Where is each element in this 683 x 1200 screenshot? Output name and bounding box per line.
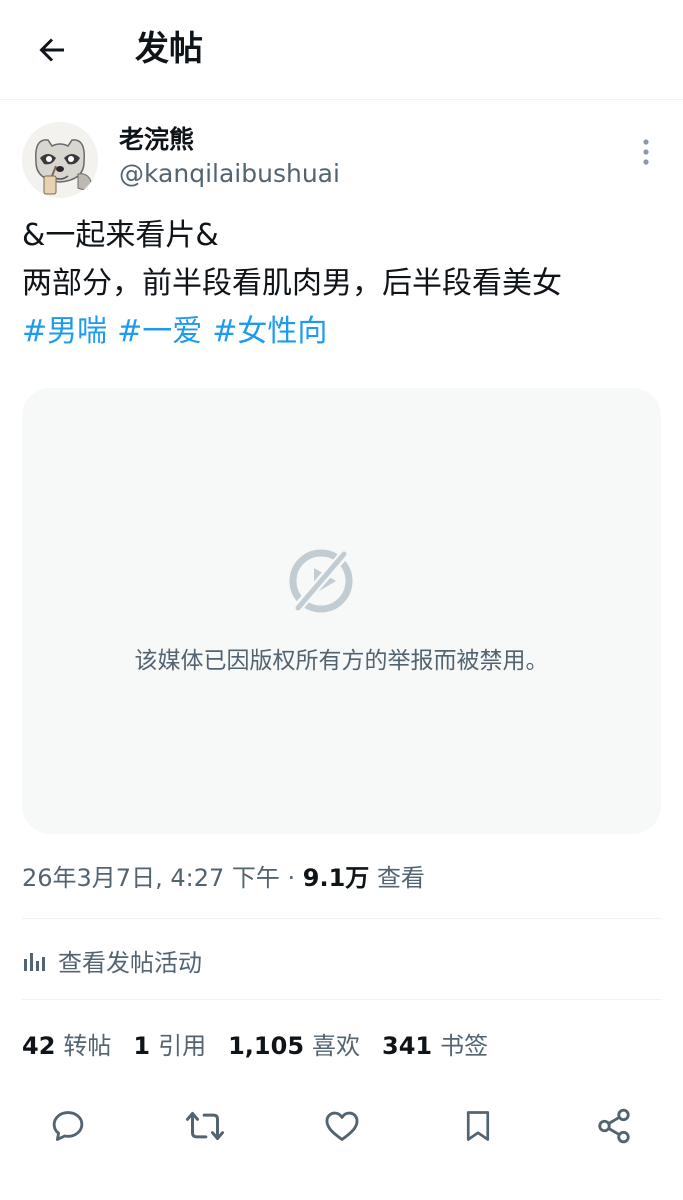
more-options-button[interactable] bbox=[630, 132, 662, 172]
divider bbox=[22, 918, 661, 919]
hashtag-link[interactable]: #女性向 bbox=[212, 314, 327, 349]
stat-label: 喜欢 bbox=[312, 1031, 361, 1060]
view-post-activity[interactable]: 查看发帖活动 bbox=[22, 940, 202, 980]
stat-label: 引用 bbox=[158, 1031, 207, 1060]
arrow-left-icon bbox=[39, 38, 64, 62]
raccoon-avatar bbox=[22, 122, 98, 198]
views-count: 9.1万 bbox=[302, 864, 370, 892]
back-button[interactable] bbox=[30, 28, 74, 72]
bookmark-icon bbox=[466, 1111, 490, 1141]
share-button[interactable] bbox=[592, 1104, 636, 1148]
engagement-stats: 42 转帖 1 引用 1,105 喜欢 341 书签 bbox=[22, 1023, 510, 1063]
hashtag-link[interactable]: #一爱 bbox=[117, 314, 202, 349]
timestamp[interactable]: 26年3月7日, 4:27 下午 bbox=[22, 864, 280, 892]
tweet-text: &一起来看片& 两部分，前半段看肌肉男，后半段看美女 #男喘 #一爱 #女性向 bbox=[22, 212, 662, 356]
stat-count: 341 bbox=[382, 1031, 433, 1060]
stat-count: 1,105 bbox=[228, 1031, 305, 1060]
like-icon bbox=[325, 1111, 359, 1141]
divider bbox=[22, 999, 661, 1000]
stat-likes[interactable]: 1,105 喜欢 bbox=[228, 1026, 360, 1061]
stat-reposts[interactable]: 42 转帖 bbox=[22, 1026, 111, 1061]
stat-label: 转帖 bbox=[63, 1031, 112, 1060]
repost-icon bbox=[186, 1112, 224, 1140]
media-unavailable-icon bbox=[289, 546, 353, 616]
hashtag-link[interactable]: #男喘 bbox=[22, 314, 107, 349]
top-bar: 发帖 bbox=[0, 0, 683, 100]
views-label: 查看 bbox=[376, 864, 425, 892]
author-handle[interactable]: @kanqilaibushuai bbox=[119, 158, 340, 190]
author-display-name[interactable]: 老浣熊 bbox=[119, 124, 194, 156]
stat-count: 42 bbox=[22, 1031, 56, 1060]
tweet-meta: 26年3月7日, 4:27 下午 · 9.1万 查看 bbox=[22, 860, 425, 896]
hashtag-line: #男喘 #一爱 #女性向 bbox=[22, 308, 662, 356]
media-disabled-message: 该媒体已因版权所有方的举报而被禁用。 bbox=[134, 648, 549, 674]
activity-label: 查看发帖活动 bbox=[58, 948, 202, 977]
stat-quotes[interactable]: 1 引用 bbox=[133, 1026, 206, 1061]
stat-label: 书签 bbox=[440, 1031, 489, 1060]
like-button[interactable] bbox=[320, 1104, 364, 1148]
page-title: 发帖 bbox=[135, 29, 203, 69]
meta-separator: · bbox=[287, 864, 296, 892]
share-icon bbox=[598, 1108, 630, 1144]
analytics-icon bbox=[24, 953, 45, 971]
reply-icon bbox=[52, 1111, 84, 1141]
more-vertical-icon bbox=[643, 139, 649, 165]
reply-button[interactable] bbox=[46, 1104, 90, 1148]
bookmark-button[interactable] bbox=[456, 1104, 500, 1148]
tweet-line: &一起来看片& bbox=[22, 218, 219, 253]
tweet-line: 两部分，前半段看肌肉男，后半段看美女 bbox=[22, 266, 562, 301]
avatar[interactable] bbox=[22, 122, 98, 198]
stat-count: 1 bbox=[133, 1031, 151, 1060]
repost-button[interactable] bbox=[183, 1104, 227, 1148]
stat-bookmarks[interactable]: 341 书签 bbox=[382, 1026, 488, 1061]
